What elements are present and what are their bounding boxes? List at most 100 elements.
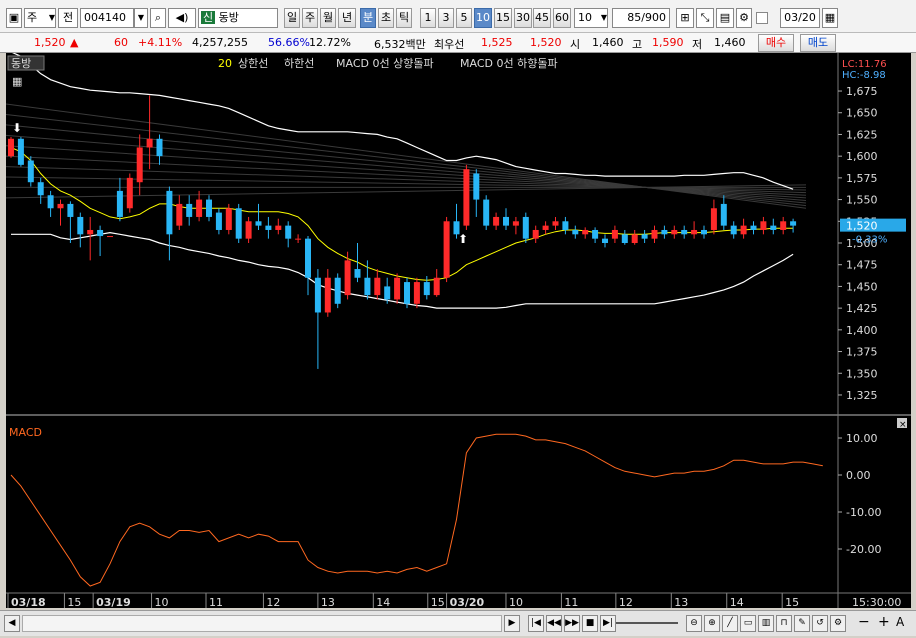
full-view-icon[interactable]: ▭ xyxy=(740,615,756,632)
plus-icon[interactable]: + xyxy=(878,614,890,630)
auto-scale-icon[interactable]: A xyxy=(896,615,904,629)
interval-toggle[interactable]: 3 xyxy=(438,8,454,28)
toolbar: ▣ 주 ▼ 전 004140 ▼ ⌕ ◀) 신 동방 일주월년분초틱 1 3 5 10 1… xyxy=(0,0,916,33)
settings-icon[interactable]: ⚙ xyxy=(830,615,846,632)
trend-line xyxy=(5,103,807,209)
first-page-button[interactable]: |◀ xyxy=(528,615,544,632)
candle xyxy=(107,236,113,238)
last-page-button[interactable]: ▶| xyxy=(600,615,616,632)
price-tick-label: 1,600 xyxy=(846,150,878,163)
pen-icon[interactable]: ✎ xyxy=(794,615,810,632)
interval-toggle[interactable]: 1 xyxy=(420,8,436,28)
date-input[interactable]: 03/20 xyxy=(780,8,820,28)
chevron-down-icon: ▼ xyxy=(48,13,55,22)
speaker-icon[interactable]: ◀) xyxy=(168,8,196,28)
period-toggle[interactable]: 월 xyxy=(320,8,336,28)
scroll-right-button[interactable]: ▶ xyxy=(504,615,520,632)
candle xyxy=(582,229,589,235)
prev-page-button[interactable]: ◀◀ xyxy=(546,615,562,632)
candle xyxy=(611,229,618,239)
period-toggle[interactable]: 분 xyxy=(360,8,376,28)
best-ask-label: 최우선 xyxy=(434,38,465,51)
price-tick-label: 1,450 xyxy=(846,280,878,293)
time-tick-label: 10 xyxy=(155,596,169,608)
date-checkbox[interactable] xyxy=(756,12,768,24)
chevron-down-icon: ▼ xyxy=(600,13,607,22)
split-view-icon[interactable]: ▥ xyxy=(758,615,774,632)
trend-line xyxy=(5,176,807,191)
price-tick-label: 1,675 xyxy=(846,85,878,98)
time-tick-label: 13 xyxy=(674,596,688,608)
candle xyxy=(156,138,163,157)
candle xyxy=(720,203,727,226)
candle xyxy=(631,234,638,243)
search-icon[interactable]: ⌕ xyxy=(150,8,166,28)
zoom-slider[interactable] xyxy=(616,622,678,624)
line-chart-icon[interactable]: ╱ xyxy=(722,615,738,632)
candle xyxy=(285,225,292,239)
price-tick-label: 1,425 xyxy=(846,302,878,315)
candle xyxy=(562,221,569,230)
minus-icon[interactable]: − xyxy=(858,614,870,630)
price-tick-label: 1,475 xyxy=(846,259,878,272)
best-ask: 1,525 xyxy=(481,36,513,49)
interval-toggle[interactable]: 60 xyxy=(553,8,571,28)
open-price: 1,460 xyxy=(592,36,624,49)
market-select[interactable]: 주 ▼ xyxy=(24,8,56,28)
period-toggle[interactable]: 초 xyxy=(378,8,394,28)
price-chart[interactable]: ⬇⬆ 1,6751,6501,6251,6001,5751,5501,5251,… xyxy=(5,51,911,609)
crosshair-icon[interactable]: ⊞ xyxy=(676,8,694,28)
buy-button[interactable]: 매수 xyxy=(758,34,794,52)
time-tick-label: 11 xyxy=(209,596,223,608)
price-tick-label: 1,325 xyxy=(846,389,878,402)
zoom-out-icon[interactable]: ⊖ xyxy=(686,615,702,632)
line-tool-icon[interactable]: ⤡ xyxy=(696,8,714,28)
code-dropdown-button[interactable]: ▼ xyxy=(134,8,148,28)
credit-badge: 신 xyxy=(201,11,216,24)
candle xyxy=(542,225,549,230)
candle xyxy=(760,221,767,230)
turnover: 12.72% xyxy=(309,36,351,49)
chart-type-icon[interactable]: ▣ xyxy=(6,8,22,28)
candle xyxy=(196,199,203,217)
interval-toggle[interactable]: 45 xyxy=(533,8,551,28)
period-select[interactable]: 전 xyxy=(58,8,78,28)
candle xyxy=(354,269,361,278)
candle xyxy=(235,208,242,239)
save-icon[interactable]: ▤ xyxy=(716,8,734,28)
table-icon[interactable]: ▦ xyxy=(12,75,22,88)
scroll-track[interactable] xyxy=(22,615,502,632)
stock-name: 동방 xyxy=(218,11,239,24)
interval-toggle[interactable]: 5 xyxy=(456,8,472,28)
interval-toggle[interactable]: 15 xyxy=(494,8,512,28)
scroll-left-button[interactable]: ◀ xyxy=(4,615,20,632)
candle xyxy=(493,216,500,226)
zoom-in-icon[interactable]: ⊕ xyxy=(704,615,720,632)
calendar-icon[interactable]: ▦ xyxy=(822,8,838,28)
magnet-icon[interactable]: ⊓ xyxy=(776,615,792,632)
candle xyxy=(404,282,410,304)
candle xyxy=(621,234,628,243)
reset-icon[interactable]: ↺ xyxy=(812,615,828,632)
count-select[interactable]: 10 ▼ xyxy=(574,8,608,28)
gear-icon[interactable]: ⚙ xyxy=(736,8,752,28)
candle xyxy=(572,229,579,235)
current-change-pct: -0.33% xyxy=(852,235,887,246)
stock-code-input[interactable]: 004140 xyxy=(80,8,134,28)
price-tick-label: 1,625 xyxy=(846,128,878,141)
interval-toggle[interactable]: 10 xyxy=(474,8,492,28)
period-toggle[interactable]: 틱 xyxy=(396,8,412,28)
next-page-button[interactable]: ▶▶ xyxy=(564,615,580,632)
interval-toggle[interactable]: 30 xyxy=(514,8,532,28)
period-toggle[interactable]: 주 xyxy=(302,8,318,28)
period-toggle[interactable]: 일 xyxy=(284,8,300,28)
best-bid: 1,520 xyxy=(530,36,562,49)
sell-button[interactable]: 매도 xyxy=(800,34,836,52)
stop-button[interactable]: ■ xyxy=(582,615,598,632)
stock-name-field[interactable]: 신 동방 xyxy=(198,8,278,28)
legend-ma: 20 xyxy=(218,57,232,70)
trade-amount: 6,532백만 xyxy=(374,38,426,51)
candle xyxy=(364,277,371,296)
candle xyxy=(97,229,104,237)
period-toggle[interactable]: 년 xyxy=(338,8,356,28)
